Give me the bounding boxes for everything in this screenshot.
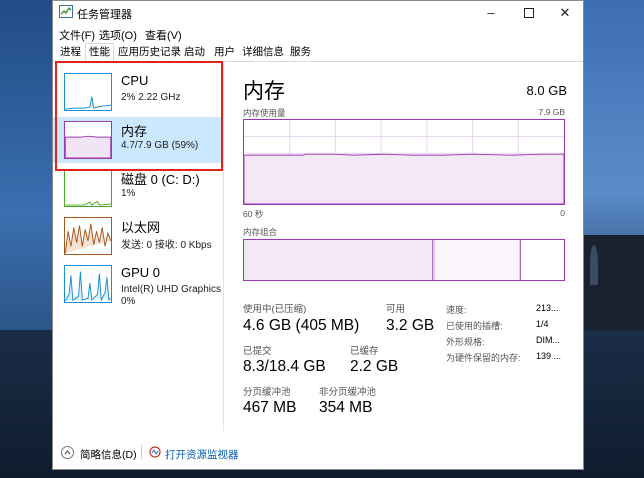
usage-graph-label: 内存使用量 [243, 108, 286, 118]
sidebar-item-gpu[interactable]: GPU 0 Intel(R) UHD Graphics 0% [53, 261, 223, 307]
page-title: 内存 [243, 80, 285, 103]
tab-processes[interactable]: 进程 [57, 45, 84, 61]
menu-options[interactable]: 选项(O) [99, 27, 137, 43]
title-bar[interactable]: 任务管理器 – ✕ [53, 1, 583, 24]
cached-value: 2.2 GB [350, 358, 399, 375]
gpu-thumbnail-graph [64, 265, 112, 303]
tab-performance[interactable]: 性能 [85, 43, 114, 62]
cached-label: 已缓存 [350, 346, 379, 357]
menu-file[interactable]: 文件(F) [59, 27, 95, 43]
in-use-label: 使用中(已压缩) [243, 304, 307, 315]
gpu-model-text: Intel(R) UHD Graphics [121, 284, 222, 295]
memory-detail-panel: 内存 8.0 GB 内存使用量 7.9 GB 60 秒 0 内存组合 使用中(已… [224, 61, 584, 431]
nonpaged-pool-value: 354 MB [319, 399, 373, 416]
task-manager-icon [59, 5, 73, 18]
form-factor-value: DIM... [536, 335, 560, 345]
memory-usage-area [244, 153, 564, 204]
gpu-label: GPU 0 [121, 265, 161, 280]
maximize-button[interactable] [511, 1, 547, 24]
usage-graph-max: 7.9 GB [538, 107, 565, 117]
committed-label: 已提交 [243, 346, 272, 357]
maximize-icon [524, 7, 534, 18]
paged-pool-value: 467 MB [243, 399, 297, 416]
tab-users[interactable]: 用户 [211, 45, 238, 61]
paged-pool-label: 分页缓冲池 [243, 387, 291, 398]
memory-composition-bar [243, 239, 565, 281]
disk-usage-text: 1% [121, 188, 136, 199]
hardware-reserved-label: 为硬件保留的内存: [446, 353, 521, 363]
tab-details[interactable]: 详细信息 [239, 45, 287, 61]
total-memory: 8.0 GB [526, 83, 567, 98]
close-button[interactable]: ✕ [547, 1, 583, 24]
time-axis-left: 60 秒 [243, 209, 264, 219]
footer-divider [141, 445, 142, 459]
minimize-button[interactable]: – [473, 1, 509, 24]
task-manager-window: 任务管理器 – ✕ 文件(F) 选项(O) 查看(V) 进程 性能 应用历史记录… [52, 0, 584, 470]
wallpaper-pier [584, 235, 644, 330]
ethernet-label: 以太网 [121, 220, 161, 235]
red-highlight-annotation [55, 61, 223, 171]
memory-usage-graph [243, 119, 565, 205]
committed-value: 8.3/18.4 GB [243, 358, 326, 375]
fewer-details-link[interactable]: 简略信息(D) [80, 447, 137, 462]
menu-view[interactable]: 查看(V) [145, 27, 182, 43]
composition-label: 内存组合 [243, 227, 278, 237]
speed-label: 速度: [446, 305, 467, 315]
footer-bar: 简略信息(D) 打开资源监视器 [53, 439, 583, 467]
tab-startup[interactable]: 启动 [181, 45, 208, 61]
menu-bar: 文件(F) 选项(O) 查看(V) [53, 24, 583, 43]
in-use-value: 4.6 GB (405 MB) [243, 317, 360, 334]
slots-label: 已使用的插槽: [446, 321, 503, 331]
disk-thumbnail-graph [64, 169, 112, 207]
resource-monitor-icon [149, 446, 161, 458]
ethernet-thumbnail-graph [64, 217, 112, 255]
time-axis-right: 0 [560, 208, 565, 218]
speed-value: 213... [536, 303, 559, 313]
form-factor-label: 外形规格: [446, 337, 485, 347]
gpu-usage-text: 0% [121, 296, 136, 307]
open-resource-monitor-link[interactable]: 打开资源监视器 [165, 447, 239, 462]
ethernet-throughput-text: 发送: 0 接收: 0 Kbps [121, 240, 212, 251]
slots-value: 1/4 [536, 319, 549, 329]
available-value: 3.2 GB [386, 317, 435, 334]
chevron-up-icon[interactable] [61, 446, 74, 459]
tab-app-history[interactable]: 应用历史记录 [115, 45, 184, 61]
sidebar-item-disk[interactable]: 磁盘 0 (C: D:) 1% [53, 165, 223, 211]
tab-strip: 进程 性能 应用历史记录 启动 用户 详细信息 服务 [53, 43, 583, 62]
available-label: 可用 [386, 304, 406, 315]
disk-label: 磁盘 0 (C: D:) [121, 172, 200, 187]
tab-services[interactable]: 服务 [287, 45, 314, 61]
window-title: 任务管理器 [77, 9, 132, 21]
sidebar-item-ethernet[interactable]: 以太网 发送: 0 接收: 0 Kbps [53, 213, 223, 259]
nonpaged-pool-label: 非分页缓冲池 [319, 387, 377, 398]
resource-sidebar: CPU 2% 2.22 GHz 内存 4.7/7.9 GB (59%) 磁盘 0… [53, 61, 224, 431]
hardware-reserved-value: 139 ... [536, 351, 562, 361]
